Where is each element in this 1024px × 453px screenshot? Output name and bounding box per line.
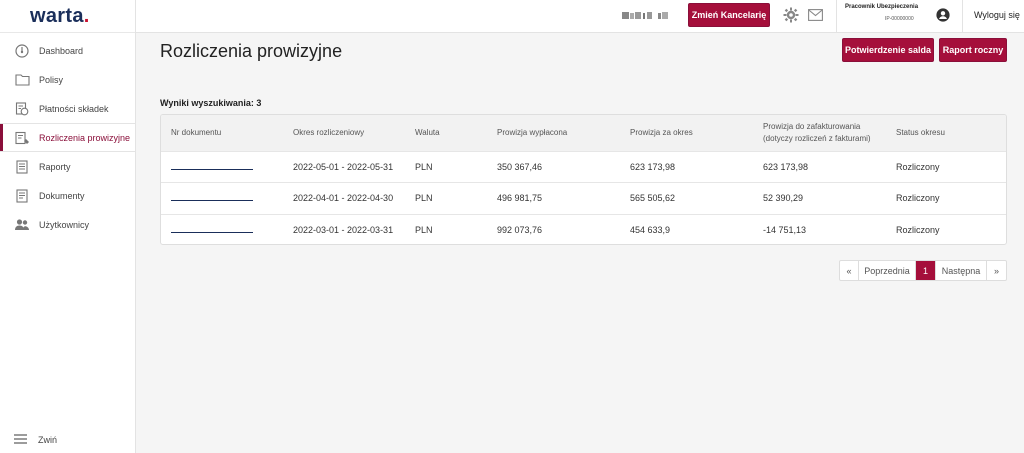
column-header-status[interactable]: Status okresu (886, 115, 1006, 151)
cell-to-invoice: 623 173,98 (763, 161, 809, 172)
dashboard-icon (14, 43, 30, 59)
annual-report-button[interactable]: Raport roczny (939, 38, 1007, 62)
office-code-icon (622, 12, 668, 19)
confirm-balance-button[interactable]: Potwierdzenie salda (842, 38, 934, 62)
avatar-icon[interactable] (936, 8, 950, 22)
sidebar-item-dokumenty[interactable]: Dokumenty (0, 181, 135, 210)
sidebar-item-uzytkownicy[interactable]: Użytkownicy (0, 210, 135, 239)
sidebar-nav: Dashboard Polisy Płatności składek Rozli… (0, 36, 135, 239)
cell-to-invoice: 52 390,29 (763, 193, 804, 204)
pagination: « Poprzednia 1 Następna » (839, 260, 1007, 281)
column-header-doc-no[interactable]: Nr dokumentu (161, 115, 283, 151)
column-header-to-invoice[interactable]: Prowizja do zafakturowania (dotyczy rozli… (753, 115, 886, 151)
sidebar-item-label: Użytkownicy (39, 219, 90, 230)
commission-table: Nr dokumentu Okres rozliczeniowy Waluta … (160, 114, 1007, 245)
cell-paid: 496 981,75 (497, 193, 543, 204)
document-number-link[interactable] (171, 193, 253, 202)
pagination-first[interactable]: « (840, 261, 859, 280)
document-number-link[interactable] (171, 162, 253, 170)
collapse-label: Zwiń (38, 435, 58, 445)
table-row: 2022-04-01 - 2022-04-30 PLN 496 981,75 5… (161, 182, 1006, 215)
cell-currency: PLN (415, 225, 433, 235)
top-divider (962, 0, 963, 33)
document-icon (14, 188, 30, 204)
column-header-currency[interactable]: Waluta (405, 115, 487, 151)
pagination-prev[interactable]: Poprzednia (859, 261, 916, 280)
sidebar-item-label: Dokumenty (39, 190, 85, 201)
collapse-sidebar-button[interactable]: Zwiń (14, 433, 57, 447)
cell-paid: 350 367,46 (497, 161, 543, 172)
cell-for-period: 623 173,98 (630, 161, 676, 172)
page-title: Rozliczenia prowizyjne (160, 41, 343, 61)
sidebar-item-label: Polisy (39, 74, 64, 85)
document-number-link[interactable] (171, 225, 253, 233)
gear-icon[interactable] (783, 7, 799, 23)
sidebar-item-label: Rozliczenia prowizyjne (39, 132, 131, 143)
table-header-row: Nr dokumentu Okres rozliczeniowy Waluta … (161, 115, 1006, 151)
sidebar-item-label: Raporty (39, 161, 71, 172)
users-icon (14, 217, 30, 233)
user-id: IP-00000000 (885, 16, 914, 22)
user-info: Pracownik Ubezpieczenia IP-00000000 (845, 4, 927, 28)
cell-currency: PLN (415, 193, 433, 204)
mail-icon[interactable] (808, 9, 823, 21)
sidebar-item-rozliczenia[interactable]: Rozliczenia prowizyjne (0, 123, 135, 152)
pagination-page-1[interactable]: 1 (916, 261, 936, 280)
sidebar-item-label: Płatności składek (39, 103, 109, 114)
cell-currency: PLN (415, 161, 433, 172)
cell-for-period: 565 505,62 (630, 193, 676, 204)
cell-to-invoice: -14 751,13 (763, 225, 807, 235)
logo[interactable]: warta. (0, 0, 135, 33)
top-bar: Zmień Kancelarię Pracownik Ubezpieczenia… (136, 0, 1024, 33)
cell-status: Rozliczony (896, 193, 940, 204)
commission-icon (14, 130, 30, 146)
pagination-next[interactable]: Następna (936, 261, 987, 280)
report-icon (14, 159, 30, 175)
cell-period: 2022-05-01 - 2022-05-31 (293, 161, 394, 172)
folder-icon (14, 72, 30, 88)
table-row: 2022-03-01 - 2022-03-31 PLN 992 073,76 4… (161, 214, 1006, 244)
column-header-for-period[interactable]: Prowizja za okres (620, 115, 753, 151)
sidebar: warta. Dashboard Polisy Płatności składe… (0, 0, 136, 453)
sidebar-item-platnosci[interactable]: Płatności składek (0, 94, 135, 123)
sidebar-item-raporty[interactable]: Raporty (0, 152, 135, 181)
user-name: Pracownik Ubezpieczenia (845, 4, 919, 10)
table-row: 2022-05-01 - 2022-05-31 PLN 350 367,46 6… (161, 151, 1006, 183)
top-divider (836, 0, 837, 33)
cell-period: 2022-04-01 - 2022-04-30 (293, 193, 394, 204)
payments-icon (14, 101, 30, 117)
cell-period: 2022-03-01 - 2022-03-31 (293, 225, 394, 235)
logout-link[interactable]: Wyloguj się (974, 10, 1020, 20)
column-header-period[interactable]: Okres rozliczeniowy (283, 115, 405, 151)
cell-for-period: 454 633,9 (630, 225, 671, 235)
logo-text: warta. (30, 4, 90, 27)
change-office-button[interactable]: Zmień Kancelarię (688, 3, 770, 27)
sidebar-item-label: Dashboard (39, 45, 84, 56)
sidebar-item-dashboard[interactable]: Dashboard (0, 36, 135, 65)
column-header-paid[interactable]: Prowizja wypłacona (487, 115, 620, 151)
sidebar-item-polisy[interactable]: Polisy (0, 65, 135, 94)
cell-paid: 992 073,76 (497, 225, 543, 235)
pagination-last[interactable]: » (987, 261, 1006, 280)
cell-status: Rozliczony (896, 225, 940, 235)
results-count: Wyniki wyszukiwania: 3 (160, 98, 262, 108)
menu-icon (14, 433, 27, 447)
cell-status: Rozliczony (896, 161, 940, 172)
